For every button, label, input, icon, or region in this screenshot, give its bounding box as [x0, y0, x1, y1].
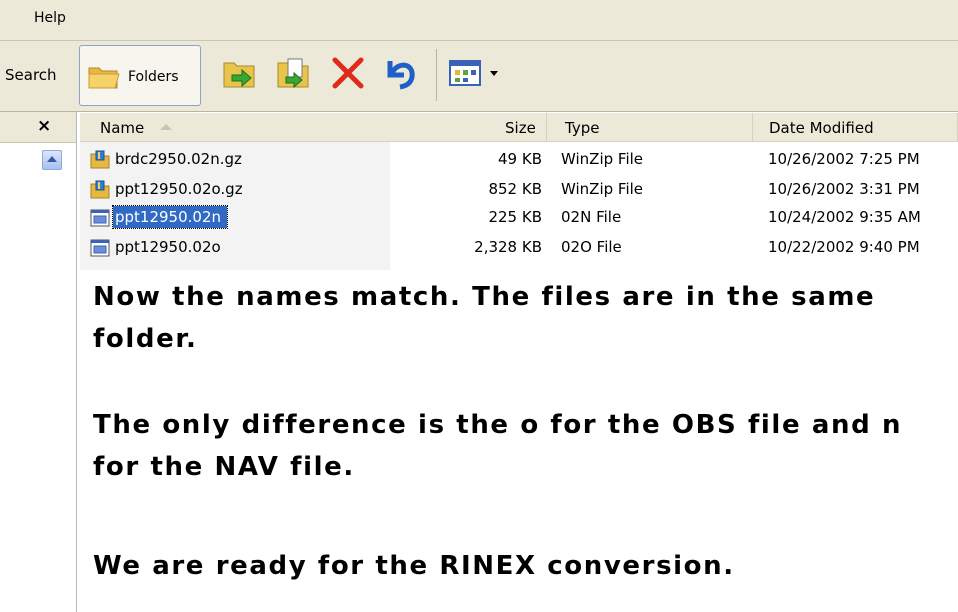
file-name: brdc2950.02n.gz [115, 150, 242, 168]
winzip-icon [90, 180, 110, 200]
generic-file-icon [90, 238, 110, 258]
file-size: 852 KB [488, 180, 542, 198]
column-header-type[interactable]: Type [547, 113, 753, 142]
winzip-icon [90, 150, 110, 170]
file-size: 225 KB [488, 208, 542, 226]
file-row[interactable]: ppt12950.02o.gz 852 KB WinZip File 10/26/20… [80, 175, 958, 205]
column-type-label: Type [565, 119, 600, 137]
delete-icon[interactable] [328, 53, 368, 93]
column-header-size[interactable]: Size [505, 119, 536, 137]
scroll-up-button[interactable] [42, 150, 62, 170]
file-date: 10/24/2002 9:35 AM [768, 208, 921, 226]
copy-to-icon[interactable] [274, 53, 314, 93]
file-date: 10/22/2002 9:40 PM [768, 238, 920, 256]
search-button[interactable]: Search [5, 66, 57, 84]
file-type: WinZip File [561, 150, 644, 168]
file-size: 49 KB [498, 150, 542, 168]
sort-ascending-icon [160, 124, 172, 130]
menu-help[interactable]: Help [34, 10, 66, 26]
file-type: WinZip File [561, 180, 644, 198]
undo-icon[interactable] [380, 53, 420, 93]
file-name: ppt12950.02n [111, 205, 229, 229]
menu-bar: Help [0, 0, 958, 40]
column-header-name[interactable]: Name [80, 113, 547, 142]
note-difference: The only difference is the o for the OBS… [93, 410, 903, 482]
file-type: 02N File [561, 208, 622, 226]
column-header-date[interactable]: Date Modified [753, 113, 958, 142]
views-icon[interactable] [448, 53, 508, 93]
toolbar: Search Folders [0, 41, 958, 112]
move-to-icon[interactable] [220, 53, 260, 93]
file-row[interactable]: ppt12950.02n 225 KB 02N File 10/24/2002 9:3… [80, 203, 958, 233]
left-panel: × [0, 112, 77, 612]
file-size: 2,328 KB [474, 238, 542, 256]
note-ready: We are ready for the RINEX conversion. [93, 551, 735, 581]
file-date: 10/26/2002 7:25 PM [768, 150, 920, 168]
file-row[interactable]: ppt12950.02o 2,328 KB 02O File 10/22/2002 9… [80, 233, 958, 263]
column-name-label: Name [100, 119, 145, 137]
file-type: 02O File [561, 238, 622, 256]
column-date-label: Date Modified [769, 119, 874, 137]
left-panel-header: × [0, 112, 76, 143]
close-icon[interactable]: × [37, 116, 51, 136]
file-row[interactable]: brdc2950.02n.gz 49 KB WinZip File 10/26/200… [80, 145, 958, 175]
file-name: ppt12950.02o [115, 238, 221, 256]
folders-label: Folders [128, 69, 179, 85]
folder-icon [88, 67, 120, 89]
file-name: ppt12950.02o.gz [115, 180, 243, 198]
generic-file-icon [90, 208, 110, 228]
folders-button[interactable]: Folders [79, 45, 201, 106]
toolbar-divider [436, 49, 437, 101]
file-date: 10/26/2002 3:31 PM [768, 180, 920, 198]
note-names-match: Now the names match. The files are in th… [93, 282, 876, 354]
